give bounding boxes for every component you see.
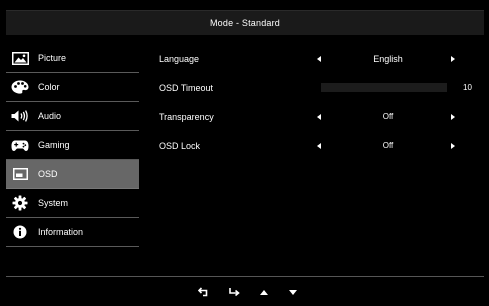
- sidebar-item-label: System: [38, 198, 69, 208]
- setting-label: OSD Timeout: [159, 82, 214, 93]
- sidebar-item-label: Color: [38, 82, 60, 92]
- right-arrow-icon[interactable]: [451, 142, 455, 149]
- sidebar-item-gaming[interactable]: Gaming: [6, 131, 139, 160]
- gamepad-icon: [11, 136, 29, 154]
- up-arrow-icon[interactable]: [256, 284, 272, 300]
- sidebar-item-osd[interactable]: OSD: [6, 160, 139, 189]
- osd-menu: Mode - Standard Picture Color Audio Gami…: [0, 0, 489, 306]
- info-icon: [11, 223, 29, 241]
- setting-label: OSD Lock: [159, 140, 201, 151]
- sidebar-item-label: Information: [38, 227, 84, 237]
- setting-label: Language: [159, 53, 200, 64]
- setting-language[interactable]: Language English: [159, 44, 484, 73]
- enter-icon[interactable]: [226, 284, 242, 300]
- osd-footer-controls: [0, 284, 489, 302]
- transparency-value: Off: [382, 112, 394, 121]
- mode-title: Mode - Standard: [209, 18, 281, 28]
- setting-osd-lock[interactable]: OSD Lock Off: [159, 131, 484, 160]
- sidebar-item-label: OSD: [38, 169, 58, 179]
- down-arrow-icon[interactable]: [285, 284, 301, 300]
- left-arrow-icon[interactable]: [317, 142, 321, 149]
- setting-label: Transparency: [159, 111, 214, 122]
- osd-timeout-value: 10: [463, 83, 472, 92]
- left-arrow-icon[interactable]: [317, 113, 321, 120]
- sidebar-item-picture[interactable]: Picture: [6, 44, 139, 73]
- osd-timeout-slider[interactable]: [321, 83, 447, 92]
- picture-icon: [11, 49, 29, 67]
- osd-header: Mode - Standard: [6, 10, 484, 35]
- right-arrow-icon[interactable]: [451, 55, 455, 62]
- sidebar-item-label: Gaming: [38, 140, 70, 150]
- setting-osd-timeout[interactable]: OSD Timeout 10: [159, 73, 484, 102]
- return-icon[interactable]: [196, 284, 212, 300]
- sidebar-item-audio[interactable]: Audio: [6, 102, 139, 131]
- sidebar: Picture Color Audio Gaming OSD System In…: [6, 44, 139, 247]
- sidebar-item-information[interactable]: Information: [6, 218, 139, 247]
- gear-icon: [11, 194, 29, 212]
- sidebar-item-label: Audio: [38, 111, 62, 121]
- osd-settings-panel: Language English OSD Timeout 10 Transpar…: [159, 44, 484, 160]
- speaker-icon: [11, 107, 29, 125]
- sidebar-item-color[interactable]: Color: [6, 73, 139, 102]
- right-arrow-icon[interactable]: [451, 113, 455, 120]
- setting-transparency[interactable]: Transparency Off: [159, 102, 484, 131]
- osd-window-icon: [11, 165, 29, 183]
- osd-lock-value: Off: [382, 141, 394, 150]
- sidebar-item-label: Picture: [38, 53, 67, 63]
- sidebar-item-system[interactable]: System: [6, 189, 139, 218]
- left-arrow-icon[interactable]: [317, 55, 321, 62]
- palette-icon: [11, 78, 29, 96]
- footer-divider: [6, 276, 484, 277]
- language-value: English: [373, 53, 403, 64]
